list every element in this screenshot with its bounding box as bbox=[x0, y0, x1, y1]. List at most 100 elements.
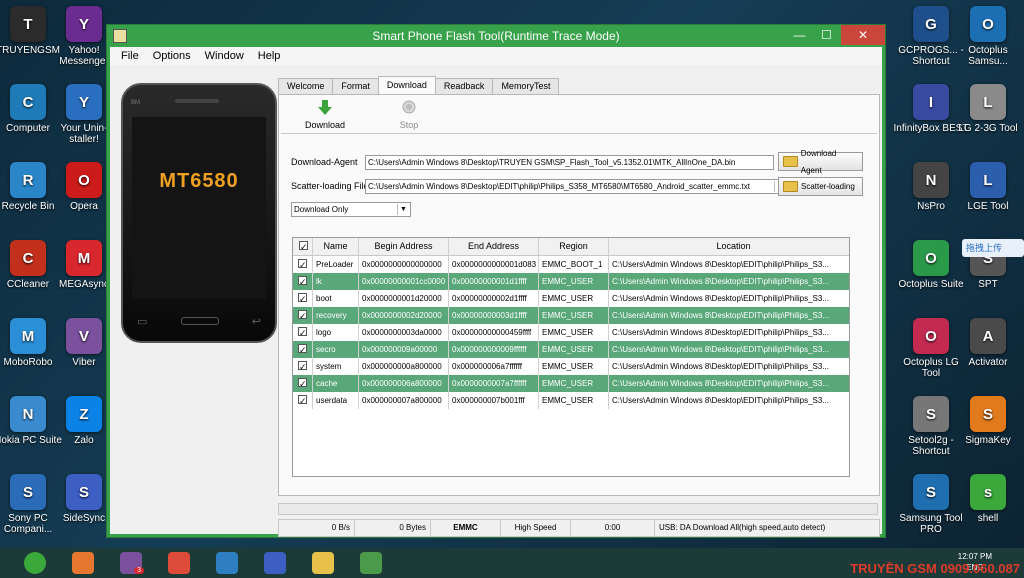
menu-options[interactable]: Options bbox=[146, 50, 198, 62]
tab-download[interactable]: Download bbox=[377, 76, 436, 94]
row-checkbox[interactable] bbox=[298, 257, 307, 273]
row-checkbox-cell[interactable] bbox=[293, 256, 313, 273]
minimize-button[interactable]: — bbox=[786, 25, 813, 45]
table-row[interactable]: secro0x000000009a000000x000000000009ffff… bbox=[293, 341, 849, 358]
row-checkbox[interactable] bbox=[298, 308, 307, 324]
gcpro-icon: G bbox=[913, 6, 949, 42]
location: C:\Users\Admin Windows 8\Desktop\EDIT\ph… bbox=[609, 375, 849, 392]
stop-tool-button[interactable]: Stop bbox=[384, 99, 434, 130]
mega-icon: M bbox=[66, 240, 102, 276]
table-header: NameBegin AddressEnd AddressRegionLocati… bbox=[293, 238, 849, 256]
sony-icon: S bbox=[10, 474, 46, 510]
upload-badge[interactable]: 拖拽上传 bbox=[962, 239, 1024, 257]
table-row[interactable]: logo0x0000000003da00000x00000000000459ff… bbox=[293, 324, 849, 341]
lg-tool-icon: L bbox=[970, 84, 1006, 120]
infinitybox-icon: I bbox=[913, 84, 949, 120]
partition-name: PreLoader bbox=[313, 256, 359, 273]
status-storage: EMMC bbox=[431, 520, 501, 536]
table-row[interactable]: system0x000000000a8000000x000000006a7fff… bbox=[293, 358, 849, 375]
taskbar-button[interactable] bbox=[66, 550, 100, 576]
phone-small-text: BM bbox=[131, 100, 140, 106]
taskbar-button[interactable] bbox=[354, 550, 388, 576]
status-speed: 0 B/s bbox=[279, 520, 355, 536]
row-checkbox[interactable] bbox=[298, 359, 307, 375]
download-arrow-icon bbox=[318, 100, 332, 115]
column-header[interactable]: Name bbox=[313, 238, 359, 255]
begin-address: 0x00000000001cc0000 bbox=[359, 273, 449, 290]
tab-memorytest[interactable]: MemoryTest bbox=[492, 78, 560, 94]
octoplus-suite-icon: O bbox=[913, 240, 949, 276]
desktop-icon[interactable]: A Activator bbox=[950, 318, 1024, 368]
close-button[interactable]: ✕ bbox=[841, 25, 885, 45]
column-header[interactable]: Region bbox=[539, 238, 609, 255]
row-checkbox-cell[interactable] bbox=[293, 392, 313, 409]
download-mode-select[interactable]: Download Only ▼ bbox=[291, 202, 411, 217]
desktop-icon[interactable]: s shell bbox=[950, 474, 1024, 524]
chevron-down-icon[interactable]: ▼ bbox=[397, 204, 409, 215]
scatter-file-value: C:\Users\Admin Windows 8\Desktop\EDIT\ph… bbox=[368, 182, 750, 191]
scatter-file-field[interactable]: C:\Users\Admin Windows 8\Desktop\EDIT\ph… bbox=[365, 179, 788, 194]
table-row[interactable]: userdata0x000000007a8000000x000000007b00… bbox=[293, 392, 849, 409]
menu-window[interactable]: Window bbox=[198, 50, 251, 62]
column-header[interactable] bbox=[293, 238, 313, 255]
row-checkbox[interactable] bbox=[298, 274, 307, 290]
tab-format[interactable]: Format bbox=[332, 78, 379, 94]
partition-name: lk bbox=[313, 273, 359, 290]
scatter-loading-button[interactable]: Scatter-loading bbox=[778, 177, 863, 196]
row-checkbox-cell[interactable] bbox=[293, 290, 313, 307]
end-address: 0x0000000007a7ffffff bbox=[449, 375, 539, 392]
title-bar[interactable]: Smart Phone Flash Tool(Runtime Trace Mod… bbox=[107, 25, 885, 47]
taskbar-button[interactable] bbox=[306, 550, 340, 576]
table-row[interactable]: PreLoader0x00000000000000000x00000000000… bbox=[293, 256, 849, 273]
row-checkbox-cell[interactable] bbox=[293, 375, 313, 392]
column-header[interactable]: End Address bbox=[449, 238, 539, 255]
taskbar-button[interactable] bbox=[258, 550, 292, 576]
row-checkbox-cell[interactable] bbox=[293, 324, 313, 341]
row-checkbox[interactable] bbox=[298, 325, 307, 341]
computer-icon: C bbox=[10, 84, 46, 120]
table-row[interactable]: recovery0x0000000002d200000x00000000003d… bbox=[293, 307, 849, 324]
taskbar-button[interactable] bbox=[18, 550, 52, 576]
taskbar-button[interactable] bbox=[210, 550, 244, 576]
select-all-checkbox[interactable] bbox=[299, 239, 308, 255]
row-checkbox-cell[interactable] bbox=[293, 358, 313, 375]
taskbar-button[interactable]: 3 bbox=[114, 550, 148, 576]
status-time: 0:00 bbox=[571, 520, 655, 536]
opera-icon: O bbox=[66, 162, 102, 198]
download-agent-button[interactable]: Download Agent bbox=[778, 149, 863, 175]
begin-address: 0x000000009a00000 bbox=[359, 341, 449, 358]
table-row[interactable]: cache0x000000006a8000000x0000000007a7fff… bbox=[293, 375, 849, 392]
chip-label: MT6580 bbox=[159, 170, 239, 192]
column-header[interactable]: Begin Address bbox=[359, 238, 449, 255]
ccleaner-icon: C bbox=[10, 240, 46, 276]
desktop-icon[interactable]: L LG 2-3G Tool bbox=[950, 84, 1024, 134]
desktop-icon[interactable]: O Octoplus Samsu... bbox=[950, 6, 1024, 67]
row-checkbox[interactable] bbox=[298, 342, 307, 358]
column-header[interactable]: Location bbox=[609, 238, 849, 255]
tab-readback[interactable]: Readback bbox=[434, 78, 494, 94]
taskbar-button[interactable] bbox=[162, 550, 196, 576]
desktop-icon[interactable]: L LGE Tool bbox=[950, 162, 1024, 212]
maximize-button[interactable]: ☐ bbox=[813, 25, 840, 45]
row-checkbox-cell[interactable] bbox=[293, 307, 313, 324]
download-tool-button[interactable]: Download bbox=[300, 99, 350, 130]
partition-name: cache bbox=[313, 375, 359, 392]
nokia-icon: N bbox=[10, 396, 46, 432]
row-checkbox-cell[interactable] bbox=[293, 273, 313, 290]
download-agent-field[interactable]: C:\Users\Admin Windows 8\Desktop\TRUYEN … bbox=[365, 155, 774, 170]
row-checkbox[interactable] bbox=[298, 376, 307, 392]
region: EMMC_USER bbox=[539, 375, 609, 392]
table-row[interactable]: lk0x00000000001cc00000x00000000001d1ffff… bbox=[293, 273, 849, 290]
menu-help[interactable]: Help bbox=[251, 50, 288, 62]
row-checkbox[interactable] bbox=[298, 393, 307, 409]
begin-address: 0x000000000a800000 bbox=[359, 358, 449, 375]
desktop-icon[interactable]: S SigmaKey bbox=[950, 396, 1024, 446]
menu-file[interactable]: File bbox=[114, 50, 146, 62]
row-checkbox[interactable] bbox=[298, 291, 307, 307]
location: C:\Users\Admin Windows 8\Desktop\EDIT\ph… bbox=[609, 324, 849, 341]
table-row[interactable]: boot0x0000000001d200000x00000000002d1fff… bbox=[293, 290, 849, 307]
home-key-icon bbox=[180, 317, 219, 325]
tab-welcome[interactable]: Welcome bbox=[278, 78, 334, 94]
row-checkbox-cell[interactable] bbox=[293, 341, 313, 358]
desktop-icon-label: SPT bbox=[978, 279, 998, 290]
